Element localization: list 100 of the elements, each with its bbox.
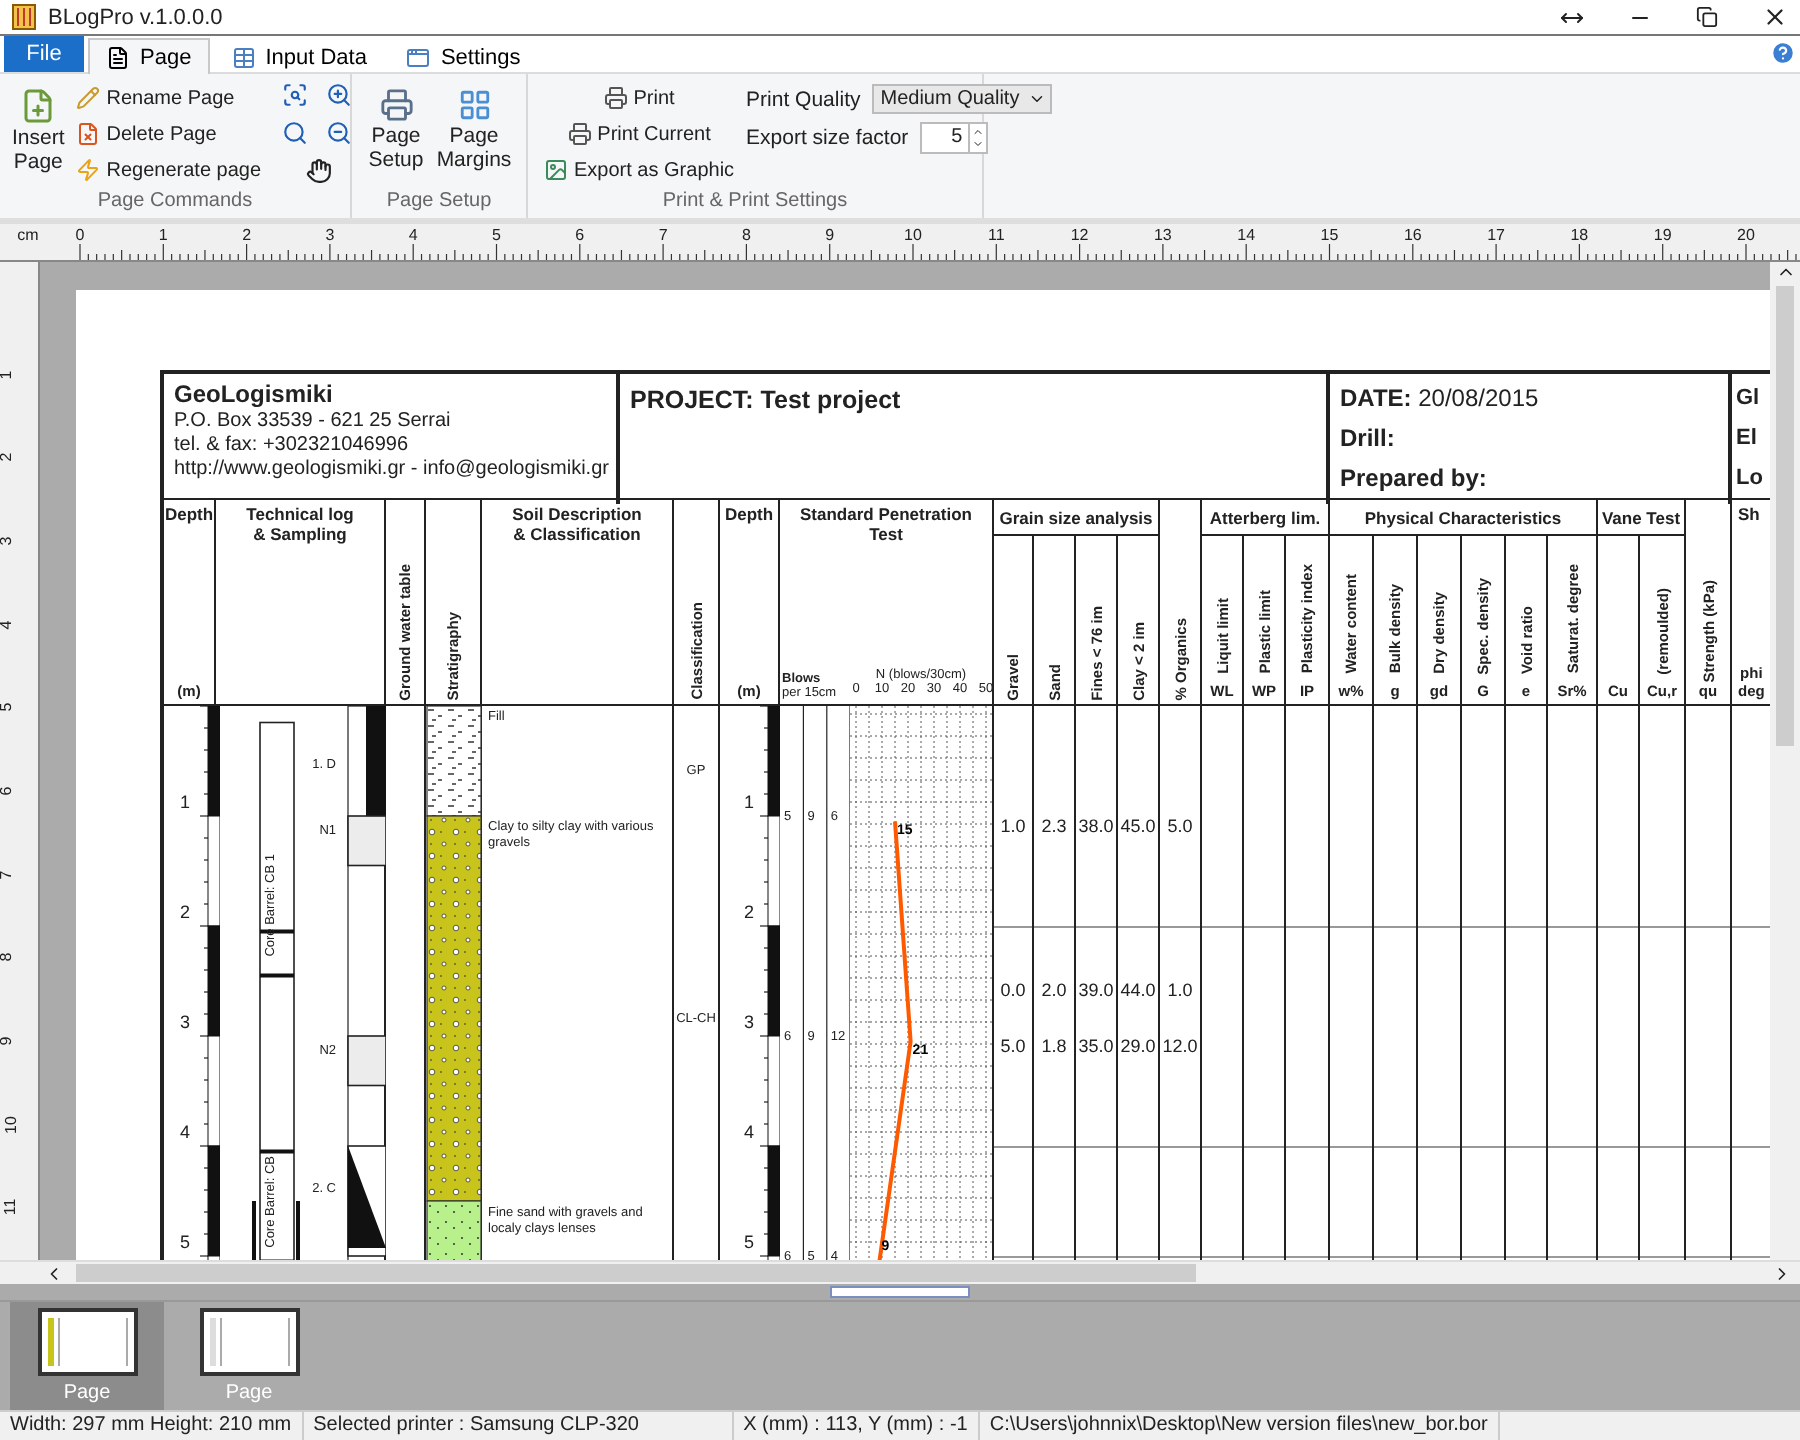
group-label: Page Setup xyxy=(384,190,494,216)
depth-label: 4 xyxy=(180,1122,191,1142)
column-title: Technical log xyxy=(246,504,354,524)
ruler-number: 8 xyxy=(0,952,16,962)
lab-value: 2.0 xyxy=(1039,980,1069,1000)
ruler-number: 2 xyxy=(0,453,16,463)
zoom-out-icon[interactable] xyxy=(325,120,352,146)
file-menu-button[interactable]: File xyxy=(4,36,84,72)
ribbon-button[interactable]: Regenerate page xyxy=(72,154,266,186)
quality-dropdown[interactable]: Medium Quality xyxy=(872,84,1053,114)
ribbon-tab[interactable]: Settings xyxy=(388,38,539,74)
vertical-scrollbar[interactable] xyxy=(1770,262,1800,1260)
depth-label: 4 xyxy=(744,1122,755,1142)
chevron-down-icon xyxy=(1028,90,1047,108)
scrollbar-thumb[interactable] xyxy=(76,1264,1196,1282)
zoom-width-icon[interactable] xyxy=(281,82,308,108)
column-title: Test xyxy=(869,524,903,544)
ribbon-button[interactable]: Page Margins xyxy=(436,82,512,178)
info-line: Gl xyxy=(1736,384,1762,414)
ribbon-button[interactable]: Print xyxy=(599,82,679,114)
ribbon-button[interactable]: Print Current xyxy=(563,118,715,150)
ruler-unit: cm xyxy=(17,226,39,244)
insert-page-button[interactable]: Insert Page xyxy=(12,82,65,178)
zoom-in-icon[interactable] xyxy=(325,82,352,108)
status-text: Width: 297 mm Height: 210 mm xyxy=(0,1412,304,1440)
zoom-page-icon[interactable] xyxy=(281,120,308,146)
ruler-number: 16 xyxy=(1403,226,1422,244)
lab-value: 12.0 xyxy=(1160,1036,1200,1056)
column-title: Standard Penetration xyxy=(800,504,972,524)
field-label: Print Quality xyxy=(746,87,861,111)
ruler-number: 6 xyxy=(575,226,585,244)
thumbnail-image xyxy=(199,1308,299,1376)
info-line: Drill: xyxy=(1340,422,1397,456)
lab-value: 1.8 xyxy=(1039,1036,1069,1056)
ruler-number: 15 xyxy=(1320,226,1339,244)
lab-value: 35.0 xyxy=(1076,1036,1116,1056)
ruler-number: 0 xyxy=(75,226,85,244)
ruler-number: 11 xyxy=(1,1198,20,1216)
ribbon-button[interactable]: Delete Page xyxy=(72,118,221,150)
file-x-icon xyxy=(76,122,101,146)
ruler-number: 7 xyxy=(658,226,668,244)
ruler-number: 4 xyxy=(408,226,418,244)
ribbon-button[interactable]: Rename Page xyxy=(72,82,239,114)
ruler-number: 11 xyxy=(987,226,1005,244)
lab-value: 1.0 xyxy=(1165,980,1195,1000)
splitter-handle[interactable] xyxy=(830,1286,970,1298)
hand-icon[interactable] xyxy=(306,158,333,184)
ruler-number: 10 xyxy=(1,1115,20,1133)
horizontal-scrollbar[interactable] xyxy=(0,1260,1800,1284)
company-info: http://www.geologismiki.gr - info@geologismiki.gr xyxy=(174,458,606,480)
info-line: Lo xyxy=(1736,464,1765,494)
depth-label: 1 xyxy=(180,792,191,812)
ruler-number: 4 xyxy=(0,619,16,629)
ribbon-button[interactable]: Page Setup xyxy=(364,82,428,178)
group-label: Page Commands xyxy=(95,190,255,216)
ribbon-tab[interactable]: Page xyxy=(88,38,210,74)
help-icon[interactable] xyxy=(1770,40,1796,66)
scrollbar-thumb[interactable] xyxy=(1776,286,1794,746)
lab-value: 44.0 xyxy=(1118,980,1158,1000)
column-title: Depth xyxy=(164,504,214,524)
ruler-number: 10 xyxy=(904,226,922,244)
depth-label: 3 xyxy=(180,1012,191,1032)
company-info: P.O. Box 33539 - 621 25 Serrai xyxy=(174,410,453,432)
grid-icon xyxy=(457,88,491,122)
depth-label: 3 xyxy=(744,1012,755,1032)
ruler-number: 13 xyxy=(1153,226,1172,244)
restore-icon[interactable] xyxy=(1696,6,1718,28)
depth-label: 1 xyxy=(744,792,755,812)
company-info: tel. & fax: +302321046996 xyxy=(174,434,411,456)
app-logo-icon xyxy=(12,4,36,30)
ribbon-button[interactable]: Export as Graphic xyxy=(540,154,739,186)
page-icon xyxy=(106,45,130,69)
field-label: Export size factor xyxy=(746,125,909,149)
ruler-number: 2 xyxy=(242,226,252,244)
lab-value: 29.0 xyxy=(1118,1036,1158,1056)
printer-icon xyxy=(603,86,628,110)
ruler-number: 5 xyxy=(492,226,501,244)
size-factor-spinner[interactable]: 5 xyxy=(920,121,989,153)
project-title: PROJECT: Test project xyxy=(630,384,903,414)
info-line: DATE: 20/08/2015 xyxy=(1340,382,1541,416)
depth-label: 2 xyxy=(180,902,191,922)
column-title: & Classification xyxy=(513,524,641,544)
table-icon xyxy=(231,45,256,69)
ruler-number: 8 xyxy=(741,226,751,244)
ruler-number: 1 xyxy=(0,369,16,379)
lab-value: 0.0 xyxy=(998,980,1028,1000)
ruler-number: 19 xyxy=(1653,226,1672,244)
column-title: & Sampling xyxy=(253,524,347,544)
close-icon[interactable] xyxy=(1762,4,1788,30)
ruler-number: 17 xyxy=(1487,226,1505,244)
group-label: Print & Print Settings xyxy=(660,190,850,216)
printer-icon xyxy=(379,88,413,122)
company-name: GeoLogismiki xyxy=(174,380,335,408)
column-group-header: Physical Characteristics xyxy=(1330,500,1598,534)
ribbon-tab[interactable]: Input Data xyxy=(213,38,385,74)
spin-arrows-icon[interactable] xyxy=(968,123,987,151)
ruler-number: 12 xyxy=(1070,226,1089,244)
column-group-header: Atterberg lim. xyxy=(1202,500,1330,534)
ruler-number: 3 xyxy=(325,226,335,244)
ruler-number: 9 xyxy=(825,226,835,244)
